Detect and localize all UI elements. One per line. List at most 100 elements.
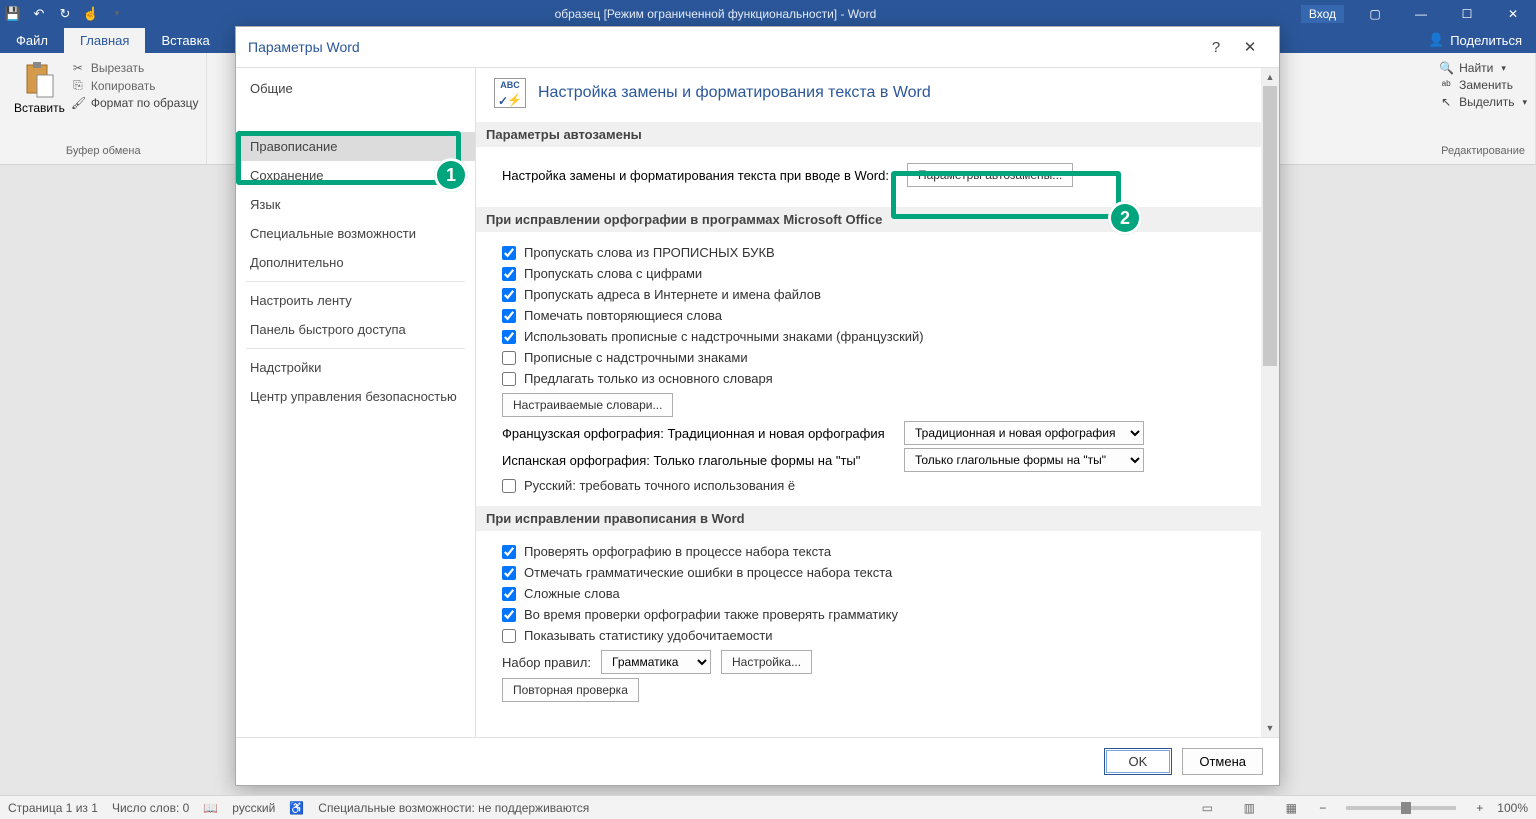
select-button[interactable]: ↖ Выделить ▾ <box>1439 95 1527 109</box>
section-autocorrect: Параметры автозамены <box>476 122 1279 147</box>
save-icon[interactable]: 💾 <box>0 0 26 27</box>
status-accessibility[interactable]: Специальные возможности: не поддерживают… <box>318 801 589 815</box>
custom-dict-button[interactable]: Настраиваемые словари... <box>502 393 673 417</box>
dialog-title: Параметры Word <box>248 39 1199 55</box>
nav-language[interactable]: Язык <box>236 190 475 219</box>
undo-icon[interactable]: ↶ <box>26 0 52 27</box>
scroll-down-icon[interactable]: ▼ <box>1261 719 1279 737</box>
nav-proofing[interactable]: Правописание <box>236 132 475 161</box>
ribbon-display-icon[interactable]: ▢ <box>1352 0 1398 27</box>
paste-icon <box>23 61 55 99</box>
zoom-out-icon[interactable]: − <box>1319 801 1326 815</box>
window-title: образец [Режим ограниченной функциональн… <box>130 7 1301 21</box>
autocorrect-options-button[interactable]: Параметры автозамены... <box>907 163 1073 187</box>
chk-grammar-spell[interactable]: Во время проверки орфографии также прове… <box>494 604 1261 625</box>
ruleset-select[interactable]: Грамматика <box>601 650 711 674</box>
zoom-in-icon[interactable]: + <box>1476 801 1483 815</box>
touch-mode-icon[interactable]: ☝ <box>78 0 104 27</box>
nav-general[interactable]: Общие <box>236 74 475 103</box>
section-spelling-office: При исправлении орфографии в программах … <box>476 207 1279 232</box>
chk-compound[interactable]: Сложные слова <box>494 583 1261 604</box>
section-spelling-word: При исправлении правописания в Word <box>476 506 1279 531</box>
replace-button[interactable]: ᵃᵇЗаменить <box>1439 78 1527 92</box>
select-label: Выделить <box>1459 95 1514 109</box>
chevron-down-icon: ▾ <box>1522 97 1527 108</box>
french-label: Французская орфография: Традиционная и н… <box>502 426 892 441</box>
options-nav: Общие Отображение Правописание Сохранени… <box>236 68 476 737</box>
group-editing: 🔍Найти▾ ᵃᵇЗаменить ↖ Выделить ▾ Редактиров… <box>1431 53 1536 164</box>
format-painter-label: Формат по образцу <box>91 96 199 110</box>
chk-spell-type[interactable]: Проверять орфографию в процессе набора т… <box>494 541 1261 562</box>
scroll-up-icon[interactable]: ▲ <box>1261 68 1279 86</box>
scroll-thumb[interactable] <box>1263 86 1277 366</box>
minimize-icon[interactable]: — <box>1398 0 1444 27</box>
chk-uppercase[interactable]: Пропускать слова из ПРОПИСНЫХ БУКВ <box>494 242 1261 263</box>
clipboard-caption: Буфер обмена <box>8 145 198 160</box>
proofing-icon[interactable]: 📖 <box>203 801 218 815</box>
brush-icon: 🖌 <box>71 96 85 110</box>
spanish-label: Испанская орфография: Только глагольные … <box>502 453 892 468</box>
tab-file[interactable]: Файл <box>0 28 64 53</box>
format-painter-button[interactable]: 🖌 Формат по образцу <box>71 96 199 110</box>
zoom-level[interactable]: 100% <box>1497 801 1528 815</box>
proofing-icon: ABC⚡ <box>494 78 526 108</box>
nav-addins[interactable]: Надстройки <box>236 353 475 382</box>
login-button[interactable]: Вход <box>1301 5 1344 23</box>
nav-accessibility[interactable]: Специальные возможности <box>236 219 475 248</box>
nav-trust[interactable]: Центр управления безопасностью <box>236 382 475 411</box>
zoom-slider[interactable] <box>1346 806 1456 810</box>
autocorrect-desc: Настройка замены и форматирования текста… <box>502 168 889 183</box>
cancel-button[interactable]: Отмена <box>1182 748 1263 775</box>
recheck-button[interactable]: Повторная проверка <box>502 678 639 702</box>
find-button[interactable]: 🔍Найти▾ <box>1439 61 1527 75</box>
chk-french[interactable]: Использовать прописные с надстрочными зн… <box>494 326 1261 347</box>
nav-advanced[interactable]: Дополнительно <box>236 248 475 277</box>
search-icon: 🔍 <box>1439 61 1453 75</box>
maximize-icon[interactable]: ☐ <box>1444 0 1490 27</box>
chk-readability[interactable]: Показывать статистику удобочитаемости <box>494 625 1261 646</box>
chk-main-dict[interactable]: Предлагать только из основного словаря <box>494 368 1261 389</box>
redo-icon[interactable]: ↻ <box>52 0 78 27</box>
scrollbar[interactable]: ▲ ▼ <box>1261 68 1279 737</box>
status-page[interactable]: Страница 1 из 1 <box>8 801 98 815</box>
tab-home[interactable]: Главная <box>64 28 145 53</box>
nav-qat[interactable]: Панель быстрого доступа <box>236 315 475 344</box>
ok-button[interactable]: OK <box>1104 748 1173 775</box>
chk-internet[interactable]: Пропускать адреса в Интернете и имена фа… <box>494 284 1261 305</box>
cursor-icon: ↖ <box>1439 95 1453 109</box>
settings-button[interactable]: Настройка... <box>721 650 812 674</box>
help-icon[interactable]: ? <box>1199 39 1233 56</box>
tab-insert[interactable]: Вставка <box>145 28 225 53</box>
status-words[interactable]: Число слов: 0 <box>112 801 189 815</box>
french-select[interactable]: Традиционная и новая орфография <box>904 421 1144 445</box>
copy-label: Копировать <box>91 79 156 93</box>
nav-save[interactable]: Сохранение <box>236 161 475 190</box>
cut-label: Вырезать <box>91 61 144 75</box>
chk-accented[interactable]: Прописные с надстрочными знаками <box>494 347 1261 368</box>
nav-customize-ribbon[interactable]: Настроить ленту <box>236 286 475 315</box>
options-content: ▲ ▼ ABC⚡ Настройка замены и форматирован… <box>476 68 1279 737</box>
qat-customize-icon[interactable] <box>104 0 130 27</box>
chk-repeated[interactable]: Помечать повторяющиеся слова <box>494 305 1261 326</box>
view-web-icon[interactable]: ▦ <box>1277 798 1305 818</box>
replace-icon: ᵃᵇ <box>1439 78 1453 92</box>
share-button[interactable]: 👤Поделиться <box>1414 27 1536 53</box>
close-icon[interactable]: ✕ <box>1490 0 1536 27</box>
paste-button[interactable]: Вставить <box>8 57 71 117</box>
paste-label: Вставить <box>14 101 65 115</box>
accessibility-icon[interactable]: ♿ <box>289 801 304 815</box>
copy-button[interactable]: ⎘Копировать <box>71 78 199 93</box>
share-icon: 👤 <box>1428 32 1444 48</box>
cut-button[interactable]: ✂ Вырезать <box>71 61 199 75</box>
status-language[interactable]: русский <box>232 801 275 815</box>
view-read-icon[interactable]: ▭ <box>1193 798 1221 818</box>
chk-grammar-type[interactable]: Отмечать грамматические ошибки в процесс… <box>494 562 1261 583</box>
editing-caption: Редактирование <box>1439 145 1527 160</box>
statusbar: Страница 1 из 1 Число слов: 0 📖 русский … <box>0 795 1536 819</box>
chk-numbers[interactable]: Пропускать слова с цифрами <box>494 263 1261 284</box>
scissors-icon: ✂ <box>71 61 85 75</box>
spanish-select[interactable]: Только глагольные формы на "ты" <box>904 448 1144 472</box>
dialog-close-icon[interactable]: ✕ <box>1233 38 1267 56</box>
chk-russian-yo[interactable]: Русский: требовать точного использования… <box>494 475 1261 496</box>
view-print-icon[interactable]: ▥ <box>1235 798 1263 818</box>
